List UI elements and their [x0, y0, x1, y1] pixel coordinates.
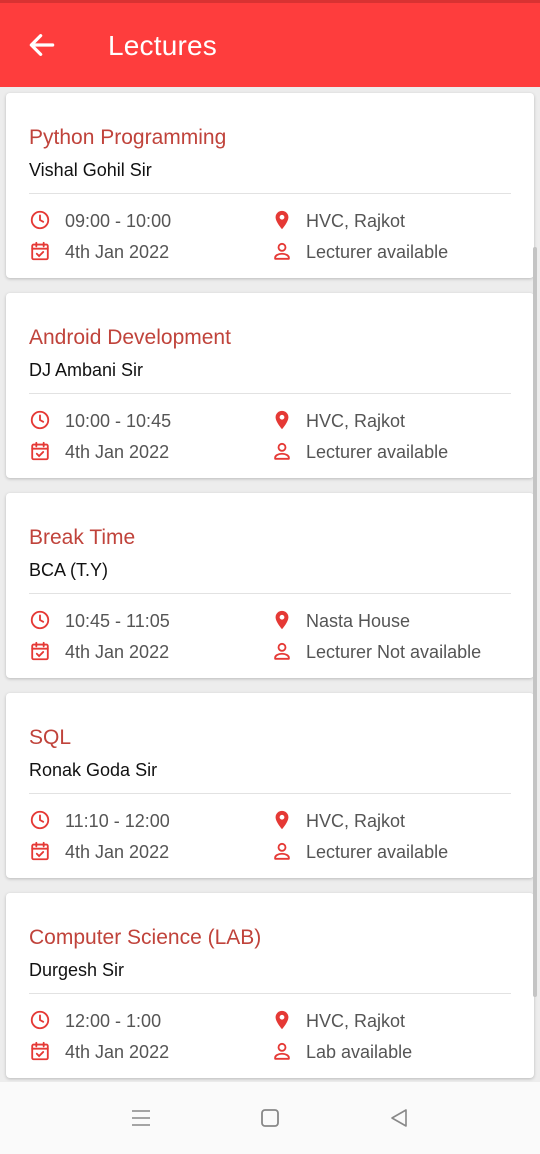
person-icon [274, 442, 290, 460]
divider [29, 593, 511, 594]
arrow-left-icon[interactable] [26, 29, 58, 61]
lecture-list[interactable]: Python Programming Vishal Gohil Sir 09:0… [0, 87, 540, 1082]
square-home-icon[interactable] [258, 1106, 282, 1130]
scrollbar[interactable] [533, 247, 537, 997]
lecture-subject: Break Time [29, 526, 136, 549]
lecture-date: 4th Jan 2022 [65, 1042, 170, 1062]
location-pin-icon [275, 410, 289, 430]
person-icon [274, 242, 290, 260]
lecture-date: 4th Jan 2022 [65, 442, 170, 462]
divider [29, 793, 511, 794]
app-bar: Lectures [0, 0, 540, 87]
lecture-teacher: Ronak Goda Sir [29, 760, 158, 780]
lecture-time: 11:10 - 12:00 [65, 811, 170, 831]
lecture-teacher: DJ Ambani Sir [29, 360, 144, 380]
lecture-subject: Python Programming [29, 126, 227, 149]
lecture-subject: SQL [29, 726, 72, 749]
clock-icon [30, 1010, 50, 1030]
lecture-teacher: BCA (T.Y) [29, 560, 109, 580]
lecture-card[interactable]: SQL Ronak Goda Sir 11:10 - 12:00 4th Jan… [6, 693, 534, 878]
person-icon [274, 1042, 290, 1060]
divider [29, 993, 511, 994]
lecture-location: HVC, Rajkot [306, 211, 406, 231]
lecture-location: HVC, Rajkot [306, 811, 406, 831]
divider [29, 393, 511, 394]
person-icon [274, 642, 290, 660]
calendar-check-icon [31, 241, 49, 261]
location-pin-icon [275, 1010, 289, 1030]
lecture-availability: Lecturer available [306, 842, 449, 862]
lecture-location: HVC, Rajkot [306, 411, 406, 431]
lecture-availability: Lab available [306, 1042, 413, 1062]
lecture-card[interactable]: Break Time BCA (T.Y) 10:45 - 11:05 4th J… [6, 493, 534, 678]
clock-icon [30, 610, 50, 630]
lecture-location: HVC, Rajkot [306, 1011, 406, 1031]
calendar-check-icon [31, 641, 49, 661]
lecture-time: 10:00 - 10:45 [65, 411, 172, 431]
lecture-card[interactable]: Python Programming Vishal Gohil Sir 09:0… [6, 93, 534, 278]
lecture-subject: Computer Science (LAB) [29, 926, 262, 949]
lecture-date: 4th Jan 2022 [65, 242, 170, 262]
person-icon [274, 842, 290, 860]
lecture-availability: Lecturer Not available [306, 642, 482, 662]
lecture-time: 09:00 - 10:00 [65, 211, 172, 231]
lecture-time: 12:00 - 1:00 [65, 1011, 162, 1031]
lecture-card[interactable]: Computer Science (LAB) Durgesh Sir 12:00… [6, 893, 534, 1078]
clock-icon [30, 410, 50, 430]
lecture-subject: Android Development [29, 326, 231, 349]
lecture-availability: Lecturer available [306, 442, 449, 462]
lecture-time: 10:45 - 11:05 [65, 611, 170, 631]
lecture-location: Nasta House [306, 611, 411, 631]
location-pin-icon [275, 810, 289, 830]
page-title: Lectures [108, 30, 217, 61]
clock-icon [30, 810, 50, 830]
location-pin-icon [275, 210, 289, 230]
calendar-check-icon [31, 841, 49, 861]
calendar-check-icon [31, 441, 49, 461]
triangle-back-icon[interactable] [387, 1106, 411, 1130]
divider [29, 193, 511, 194]
lecture-date: 4th Jan 2022 [65, 642, 170, 662]
lecture-teacher: Vishal Gohil Sir [29, 160, 152, 180]
calendar-check-icon [31, 1041, 49, 1061]
lecture-date: 4th Jan 2022 [65, 842, 170, 862]
location-pin-icon [275, 610, 289, 630]
menu-icon[interactable] [129, 1106, 153, 1130]
lecture-availability: Lecturer available [306, 242, 449, 262]
system-nav-bar [0, 1082, 540, 1154]
clock-icon [30, 210, 50, 230]
lecture-card[interactable]: Android Development DJ Ambani Sir 10:00 … [6, 293, 534, 478]
lecture-teacher: Durgesh Sir [29, 960, 125, 980]
